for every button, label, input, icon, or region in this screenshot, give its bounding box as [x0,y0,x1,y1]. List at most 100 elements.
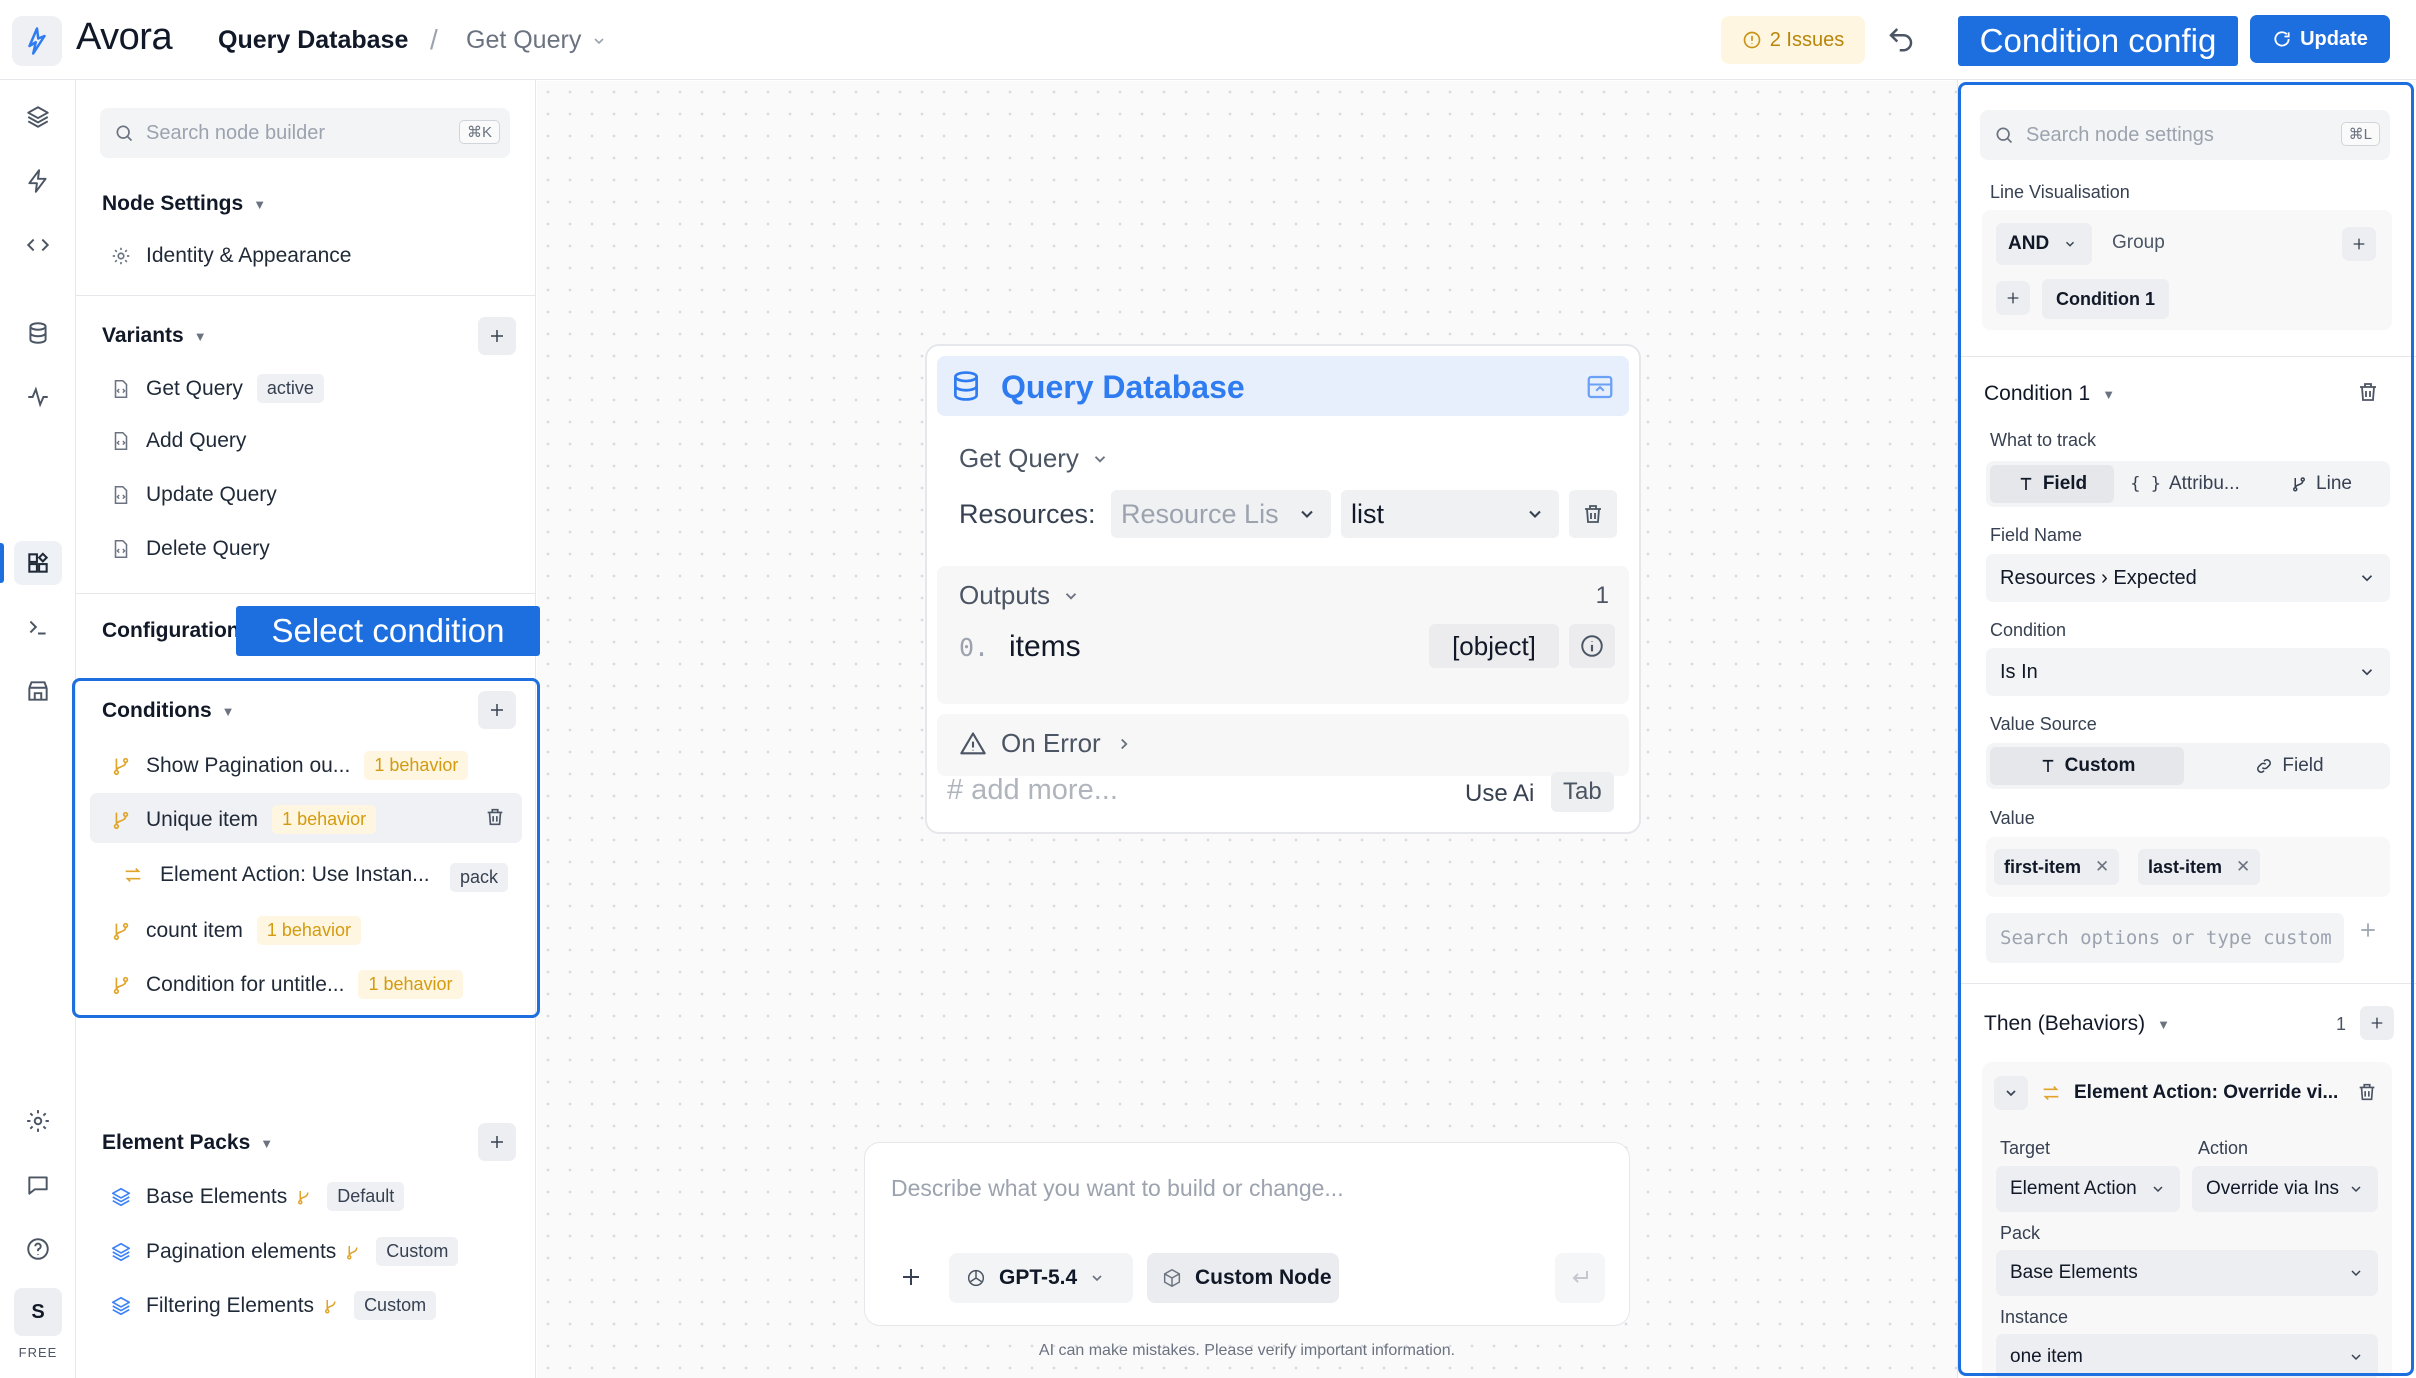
pack-item-pagination-elements[interactable]: Pagination elements Custom [110,1237,459,1266]
issues-button[interactable]: 2 Issues [1721,16,1865,64]
element-packs-header[interactable]: Element Packs ▼ [102,1131,273,1155]
node-title: Query Database [1001,369,1245,405]
chevron-down-icon [1065,592,1077,600]
active-badge: active [256,374,324,403]
rail-active-indicator [0,543,4,583]
store-icon[interactable] [21,674,55,708]
variant-item-get-query[interactable]: Get Query active [110,374,324,403]
variants-header[interactable]: Variants ▼ [102,324,207,348]
breadcrumb-variant-dropdown[interactable]: Get Query [466,26,607,55]
use-ai-label: Use Ai [1465,780,1535,807]
node-variant-dropdown[interactable]: Get Query [959,443,1109,474]
help-icon[interactable] [21,1232,55,1266]
tab-key-badge: Tab [1551,772,1614,812]
plus-icon [491,330,503,342]
database-icon [949,368,983,404]
pack-item-filtering-elements[interactable]: Filtering Elements Custom [110,1291,437,1320]
branch-icon [347,1245,358,1259]
layers-icon [111,1296,131,1315]
condition-config-highlight [1958,82,2414,1376]
node-header[interactable]: Query Database [937,356,1629,416]
variant-item-update-query[interactable]: Update Query [110,483,277,507]
file-code-icon [114,539,128,559]
on-error-header[interactable]: On Error [959,728,1133,759]
activity-icon[interactable] [21,380,55,414]
resource-type-select[interactable]: list [1341,490,1559,538]
layers-icon [111,1242,131,1261]
caret-down-icon: ▼ [260,1135,274,1151]
model-selector[interactable]: GPT-5.4 [949,1253,1133,1303]
output-name[interactable]: items [1009,630,1081,664]
pack-type-badge: Default [327,1182,405,1211]
caret-down-icon: ▼ [193,328,207,344]
undo-icon[interactable] [1886,24,1920,58]
cube-icon [1163,1269,1181,1287]
variant-item-add-query[interactable]: Add Query [110,429,246,453]
database-icon[interactable] [21,316,55,350]
chat-icon[interactable] [21,1168,55,1202]
plus-icon [491,1136,503,1148]
issues-label: 2 Issues [1769,28,1845,51]
query-database-node[interactable]: Query Database Get Query Resources: Reso… [925,344,1641,834]
breadcrumb-variant: Get Query [466,26,582,54]
chat-input[interactable]: Describe what you want to build or chang… [891,1175,1344,1202]
chevron-down-icon [1529,510,1541,518]
avatar[interactable]: S [14,1288,62,1336]
identity-appearance-item[interactable]: Identity & Appearance [110,244,351,268]
gear-icon [112,247,130,265]
outputs-header[interactable]: Outputs [959,580,1080,611]
chevron-down-icon [594,37,604,44]
search-input[interactable]: Search node builder [146,122,325,145]
layers-icon[interactable] [21,100,55,134]
warning-circle-icon [1743,31,1761,49]
mode-selector[interactable]: Custom Node [1147,1253,1339,1303]
update-button[interactable]: Update [2250,15,2390,63]
info-icon[interactable] [1569,624,1615,668]
breadcrumb-node[interactable]: Query Database [218,26,408,55]
condition-config-callout: Condition config [1958,16,2238,66]
caret-down-icon: ▼ [253,196,267,212]
search-icon [116,125,133,142]
add-more-input[interactable]: # add more... [947,774,1118,807]
collapse-panel-icon[interactable] [1585,372,1615,402]
brand-name: Avora [76,16,173,58]
resource-list-select[interactable]: Resource Lis [1111,490,1331,538]
code-icon[interactable] [21,228,55,262]
trash-icon[interactable] [1569,490,1617,538]
components-icon[interactable] [21,546,55,580]
pack-type-badge: Custom [376,1237,459,1266]
search-shortcut: ⌘K [458,120,500,144]
file-code-icon [114,379,128,398]
outputs-count: 1 [1595,582,1609,609]
send-icon[interactable] [1555,1253,1605,1303]
output-index: 0. [959,633,990,662]
node-settings-header[interactable]: Node Settings ▼ [102,192,266,216]
update-label: Update [2300,27,2368,50]
gear-icon[interactable] [21,1104,55,1138]
breadcrumb-separator: / [430,24,438,55]
layers-icon [111,1187,131,1206]
file-code-icon [114,485,128,505]
configuration-header[interactable]: Configuration [102,619,240,643]
node-builder-search[interactable]: Search node builder ⌘K [100,108,510,158]
lightning-icon[interactable] [21,164,55,198]
resources-label: Resources: [959,499,1096,529]
ai-disclaimer: AI can make mistakes. Please verify impo… [1038,1342,1456,1359]
add-element-pack-button[interactable] [478,1123,516,1161]
chevron-down-icon [1094,455,1106,463]
file-code-icon [114,431,128,451]
icon-rail [0,80,76,1378]
plus-icon[interactable] [899,1265,923,1289]
ai-chat-box: Describe what you want to build or chang… [864,1142,1630,1326]
pack-item-base-elements[interactable]: Base Elements Default [110,1182,405,1211]
add-variant-button[interactable] [478,317,516,355]
avora-logo-icon[interactable] [12,16,62,66]
openai-icon [967,1269,985,1287]
warning-triangle-icon [960,731,986,754]
pack-type-badge: Custom [354,1291,437,1320]
branch-icon [325,1299,336,1313]
terminal-icon[interactable] [21,610,55,644]
variant-item-delete-query[interactable]: Delete Query [110,537,270,561]
output-type-badge[interactable]: [object] [1429,624,1559,668]
branch-icon [298,1190,309,1204]
